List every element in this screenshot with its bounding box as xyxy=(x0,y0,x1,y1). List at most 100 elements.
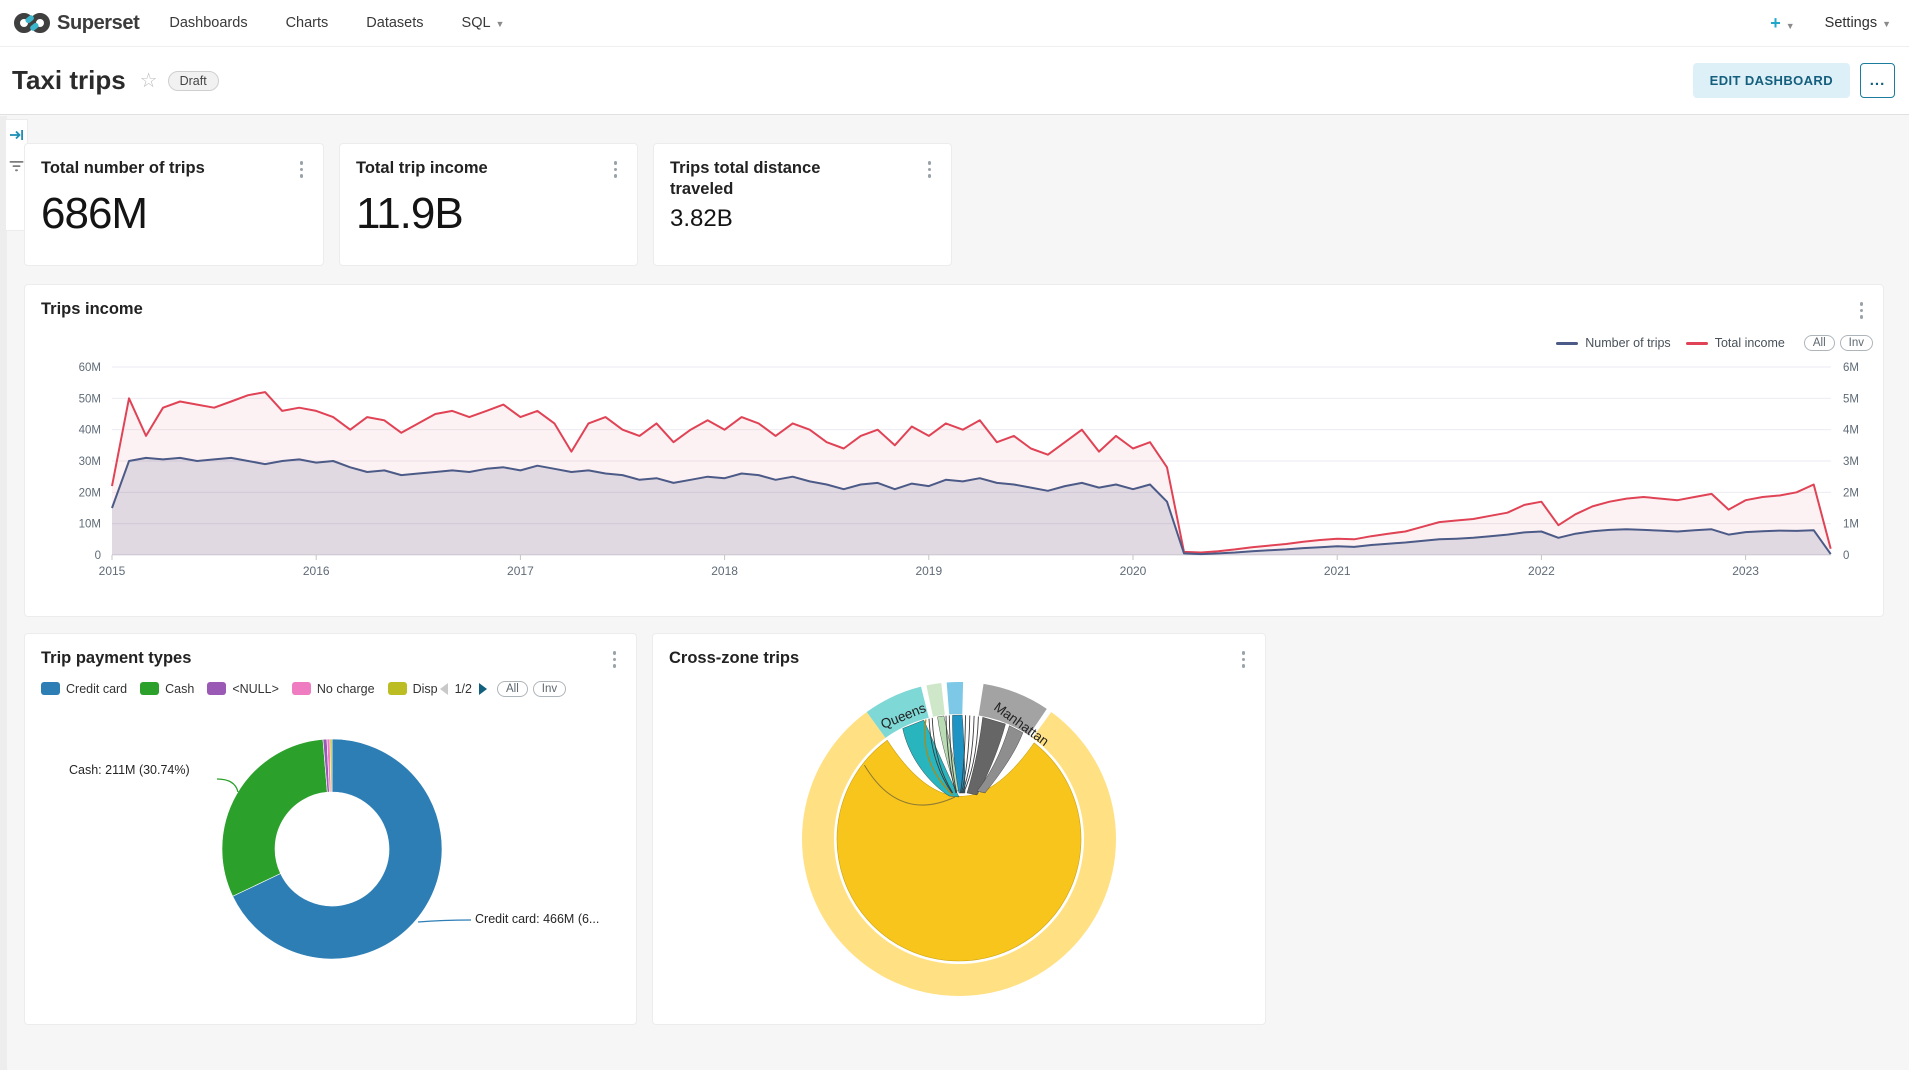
legend-select-all-button[interactable]: All xyxy=(497,681,528,697)
timeseries-legend: Number of trips Total income All Inv xyxy=(1556,335,1873,351)
superset-infinity-icon xyxy=(14,11,50,35)
svg-text:1M: 1M xyxy=(1843,518,1859,530)
metric-card-trip-income: Total trip income 11.9B xyxy=(339,143,638,266)
caret-down-icon: ▼ xyxy=(1882,19,1891,29)
caret-down-icon: ▼ xyxy=(496,19,505,29)
svg-text:2015: 2015 xyxy=(99,564,126,578)
legend-select-all-button[interactable]: All xyxy=(1804,335,1835,351)
legend-line-swatch xyxy=(1556,342,1578,345)
kebab-menu-icon[interactable] xyxy=(609,648,621,671)
trip-payment-types-chart xyxy=(41,699,622,999)
card-title: Total trip income xyxy=(356,158,488,179)
svg-text:2018: 2018 xyxy=(711,564,738,578)
legend-item-null[interactable]: <NULL> xyxy=(207,682,279,696)
svg-text:2022: 2022 xyxy=(1528,564,1555,578)
legend-item-total-income[interactable]: Total income xyxy=(1686,336,1785,350)
legend-page-indicator: 1/2 xyxy=(455,682,472,696)
legend-prev-page-arrow[interactable] xyxy=(440,683,448,695)
cross-zone-trips-card: Cross-zone trips QueensManhattan xyxy=(652,633,1266,1025)
settings-menu[interactable]: Settings▼ xyxy=(1825,15,1891,31)
svg-text:2016: 2016 xyxy=(303,564,330,578)
big-number-value: 11.9B xyxy=(356,189,621,239)
nav-item-sql[interactable]: SQL▼ xyxy=(462,15,505,31)
legend-swatch xyxy=(207,682,226,695)
big-number-value: 3.82B xyxy=(670,205,935,233)
legend-swatch xyxy=(292,682,311,695)
svg-text:3M: 3M xyxy=(1843,456,1859,468)
svg-text:2020: 2020 xyxy=(1120,564,1147,578)
nav-item-dashboards[interactable]: Dashboards xyxy=(169,15,247,31)
legend-swatch xyxy=(388,682,407,695)
svg-text:4M: 4M xyxy=(1843,424,1859,436)
svg-text:40M: 40M xyxy=(79,424,101,436)
caret-down-icon: ▼ xyxy=(1786,21,1795,31)
trip-payment-types-card: Trip payment types Credit card Cash <NUL… xyxy=(24,633,637,1025)
brand-name: Superset xyxy=(57,12,139,35)
status-badge: Draft xyxy=(168,71,219,91)
nav-item-datasets[interactable]: Datasets xyxy=(366,15,423,31)
card-title: Total number of trips xyxy=(41,158,205,179)
expand-filter-bar-icon[interactable] xyxy=(9,128,24,142)
metric-card-total-distance: Trips total distance traveled 3.82B xyxy=(653,143,952,266)
metrics-row: Total number of trips 686M Total trip in… xyxy=(24,143,1885,266)
trips-income-card: Trips income Number of trips Total incom… xyxy=(24,284,1884,617)
cross-zone-trips-chart: QueensManhattan xyxy=(669,673,1251,1003)
legend-item-number-of-trips[interactable]: Number of trips xyxy=(1556,336,1670,350)
kebab-menu-icon[interactable] xyxy=(610,158,622,181)
bottom-row: Trip payment types Credit card Cash <NUL… xyxy=(24,633,1885,1025)
dashboard-grid: Total number of trips 686M Total trip in… xyxy=(0,115,1909,1025)
legend-invert-button[interactable]: Inv xyxy=(533,681,566,697)
svg-text:10M: 10M xyxy=(79,518,101,530)
donut-callout-credit-card: Credit card: 466M (6... xyxy=(475,912,599,926)
svg-text:2017: 2017 xyxy=(507,564,534,578)
kebab-menu-icon[interactable] xyxy=(296,158,308,181)
legend-next-page-arrow[interactable] xyxy=(479,683,487,695)
legend-item-no-charge[interactable]: No charge xyxy=(292,682,375,696)
legend-invert-button[interactable]: Inv xyxy=(1840,335,1873,351)
svg-text:6M: 6M xyxy=(1843,362,1859,374)
svg-text:60M: 60M xyxy=(79,362,101,374)
svg-text:2019: 2019 xyxy=(915,564,942,578)
page-title: Taxi trips xyxy=(12,65,126,96)
svg-text:0: 0 xyxy=(95,550,101,562)
new-item-button[interactable]: +▼ xyxy=(1770,13,1794,34)
metric-card-total-trips: Total number of trips 686M xyxy=(24,143,324,266)
superset-logo[interactable]: Superset xyxy=(14,11,139,35)
svg-text:0: 0 xyxy=(1843,550,1849,562)
legend-swatch xyxy=(140,682,159,695)
legend-item-dispute[interactable]: Disp xyxy=(388,682,438,696)
kebab-menu-icon[interactable] xyxy=(1238,648,1250,671)
legend-item-cash[interactable]: Cash xyxy=(140,682,194,696)
legend-swatch xyxy=(41,682,60,695)
svg-text:50M: 50M xyxy=(79,393,101,405)
trips-income-chart: 60M6M50M5M40M4M30M3M20M2M10M1M0020152016… xyxy=(41,342,1869,587)
dashboard-header: Taxi trips ☆ Draft EDIT DASHBOARD ... xyxy=(0,47,1909,115)
chart-title: Trip payment types xyxy=(41,648,191,669)
card-title: Trips total distance traveled xyxy=(670,158,870,201)
chord-chart-area: QueensManhattan xyxy=(669,673,1249,1003)
edit-dashboard-button[interactable]: EDIT DASHBOARD xyxy=(1693,63,1850,98)
donut-chart-area: Cash: 211M (30.74%) Credit card: 466M (6… xyxy=(41,699,620,999)
chart-title: Trips income xyxy=(41,299,143,320)
navbar-right: +▼ Settings▼ xyxy=(1770,13,1891,34)
svg-text:2023: 2023 xyxy=(1732,564,1759,578)
nav-item-charts[interactable]: Charts xyxy=(286,15,329,31)
legend-item-credit-card[interactable]: Credit card xyxy=(41,682,127,696)
kebab-menu-icon[interactable] xyxy=(1856,299,1868,322)
filter-bar-rail xyxy=(0,116,7,1070)
svg-text:5M: 5M xyxy=(1843,393,1859,405)
legend-line-swatch xyxy=(1686,342,1708,345)
svg-text:2021: 2021 xyxy=(1324,564,1351,578)
svg-text:30M: 30M xyxy=(79,456,101,468)
filter-icon[interactable] xyxy=(9,160,24,173)
main-nav: Dashboards Charts Datasets SQL▼ xyxy=(169,15,542,31)
donut-callout-cash: Cash: 211M (30.74%) xyxy=(69,763,190,777)
dashboard-more-button[interactable]: ... xyxy=(1860,63,1895,98)
donut-legend: Credit card Cash <NULL> No charge Disp 1… xyxy=(41,681,620,697)
kebab-menu-icon[interactable] xyxy=(924,158,936,181)
chart-title: Cross-zone trips xyxy=(669,648,799,669)
favorite-star-icon[interactable]: ☆ xyxy=(140,68,158,93)
svg-text:20M: 20M xyxy=(79,487,101,499)
top-navbar: Superset Dashboards Charts Datasets SQL▼… xyxy=(0,0,1909,47)
big-number-value: 686M xyxy=(41,189,307,239)
